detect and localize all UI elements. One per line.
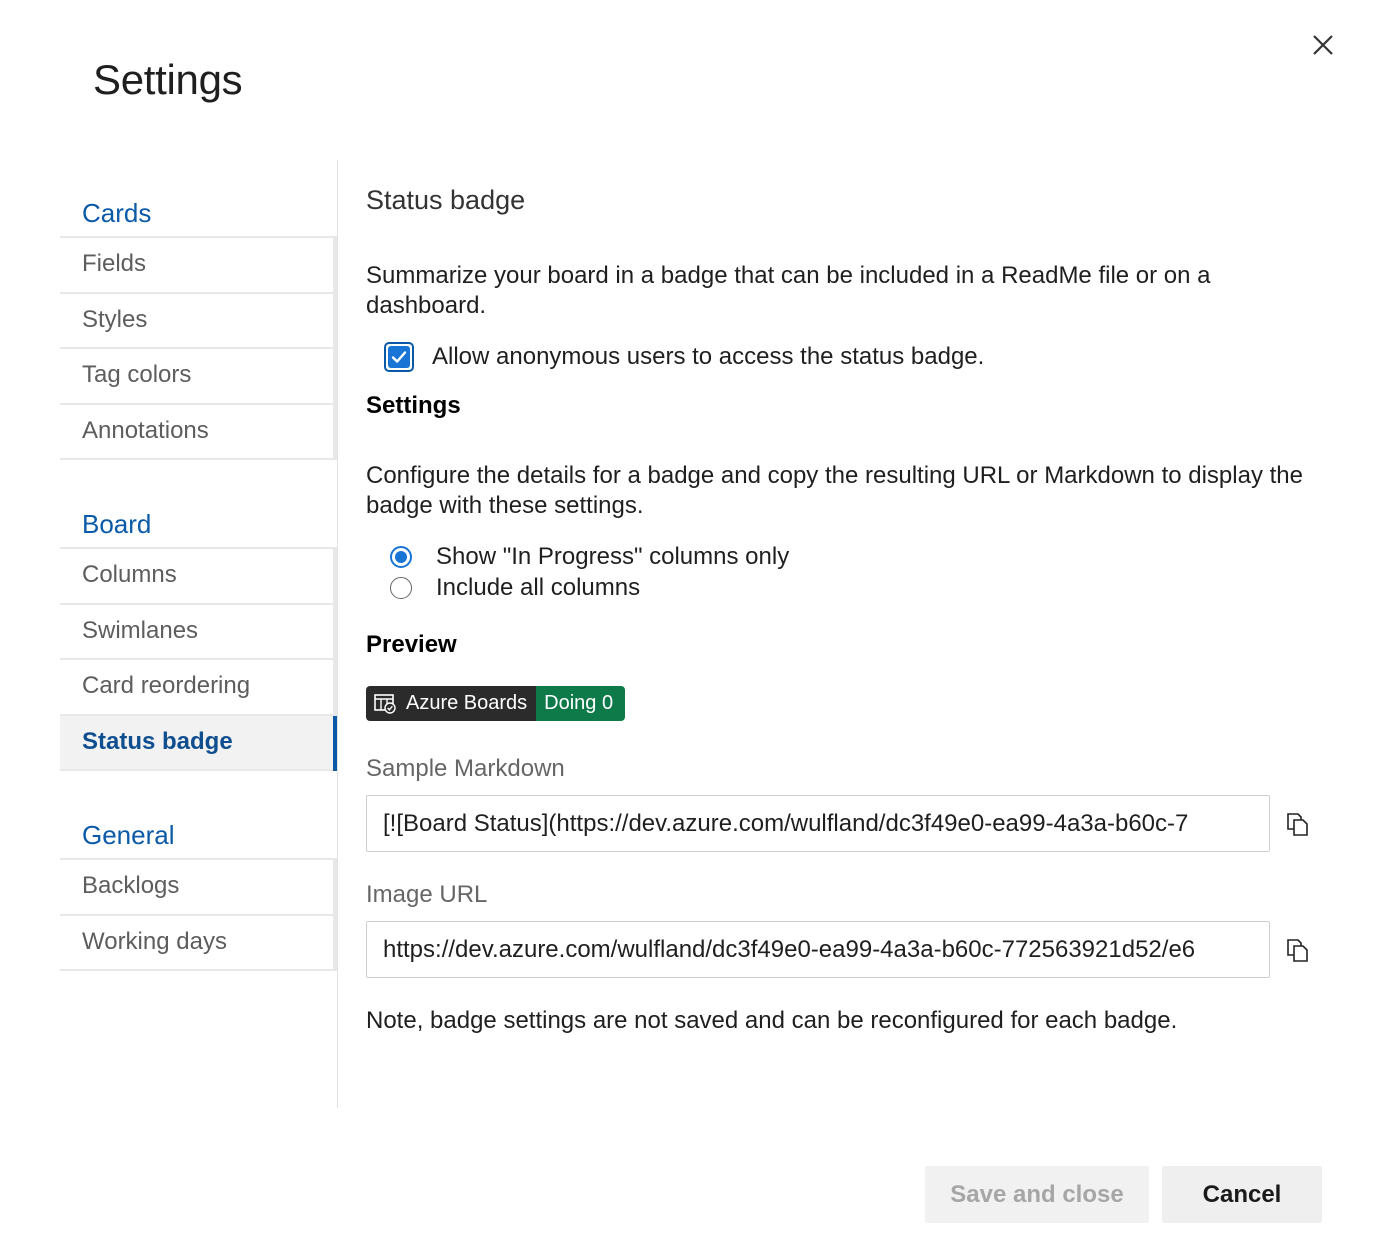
group-header-cards: Cards: [60, 190, 338, 238]
sidebar-item-columns[interactable]: Columns: [60, 549, 338, 605]
radio-in-progress[interactable]: [390, 545, 412, 568]
anonymous-access-row: Allow anonymous users to access the stat…: [366, 337, 1326, 377]
anonymous-access-checkbox[interactable]: [384, 342, 414, 372]
sidebar-item-tag-colors[interactable]: Tag colors: [60, 349, 338, 405]
sidebar-divider: [337, 160, 338, 1108]
board-icon: [374, 693, 396, 714]
sidebar-item-annotations[interactable]: Annotations: [60, 404, 338, 460]
preview-heading: Preview: [366, 631, 457, 658]
close-icon[interactable]: [1308, 30, 1338, 60]
group-header-general: General: [60, 812, 338, 860]
note-text: Note, badge settings are not saved and c…: [366, 1007, 1178, 1034]
settings-description: Configure the details for a badge and co…: [366, 462, 1303, 519]
save-and-close-button[interactable]: Save and close: [925, 1166, 1149, 1223]
sidebar-item-swimlanes[interactable]: Swimlanes: [60, 604, 338, 660]
radio-in-progress-row[interactable]: Show "In Progress" columns only: [366, 541, 1326, 572]
dialog-title: Settings: [93, 56, 243, 103]
sidebar-item-styles[interactable]: Styles: [60, 293, 338, 349]
group-header-board: Board: [60, 501, 338, 549]
sidebar-item-backlogs[interactable]: Backlogs: [60, 860, 338, 916]
badge-left-text: Azure Boards: [406, 692, 528, 714]
sidebar-item-fields[interactable]: Fields: [60, 238, 338, 294]
badge-left: Azure Boards: [366, 686, 537, 721]
badge-description: Summarize your board in a badge that can…: [366, 262, 1211, 319]
copy-url-icon[interactable]: [1284, 936, 1312, 964]
status-badge-preview: Azure Boards Doing 0: [366, 686, 626, 721]
sample-markdown-field[interactable]: [366, 795, 1270, 852]
settings-dialog: Settings Cards Fields Styles Tag colors …: [0, 0, 1379, 1240]
badge-right-text: Doing 0: [536, 686, 626, 721]
radio-all-columns[interactable]: [390, 576, 412, 599]
sidebar-item-working-days[interactable]: Working days: [60, 915, 338, 971]
anonymous-access-label: Allow anonymous users to access the stat…: [432, 343, 985, 370]
sample-markdown-row: [366, 795, 1326, 852]
radio-all-columns-row[interactable]: Include all columns: [366, 572, 1326, 603]
image-url-row: [366, 921, 1326, 978]
radio-all-columns-label: Include all columns: [436, 573, 641, 601]
settings-heading: Settings: [366, 392, 461, 419]
radio-in-progress-label: Show "In Progress" columns only: [436, 542, 790, 570]
sidebar-item-card-reordering[interactable]: Card reordering: [60, 660, 338, 716]
section-title: Status badge: [366, 185, 526, 215]
settings-sidebar: Cards Fields Styles Tag colors Annotatio…: [60, 190, 338, 971]
image-url-field[interactable]: [366, 921, 1270, 978]
image-url-label: Image URL: [366, 881, 488, 908]
sidebar-item-status-badge[interactable]: Status badge: [60, 715, 338, 771]
status-badge-panel: Status badge Summarize your board in a b…: [366, 184, 1326, 1036]
sample-markdown-label: Sample Markdown: [366, 755, 565, 782]
cancel-button[interactable]: Cancel: [1162, 1166, 1322, 1223]
checkmark-icon: [391, 351, 407, 363]
copy-markdown-icon[interactable]: [1284, 810, 1312, 838]
